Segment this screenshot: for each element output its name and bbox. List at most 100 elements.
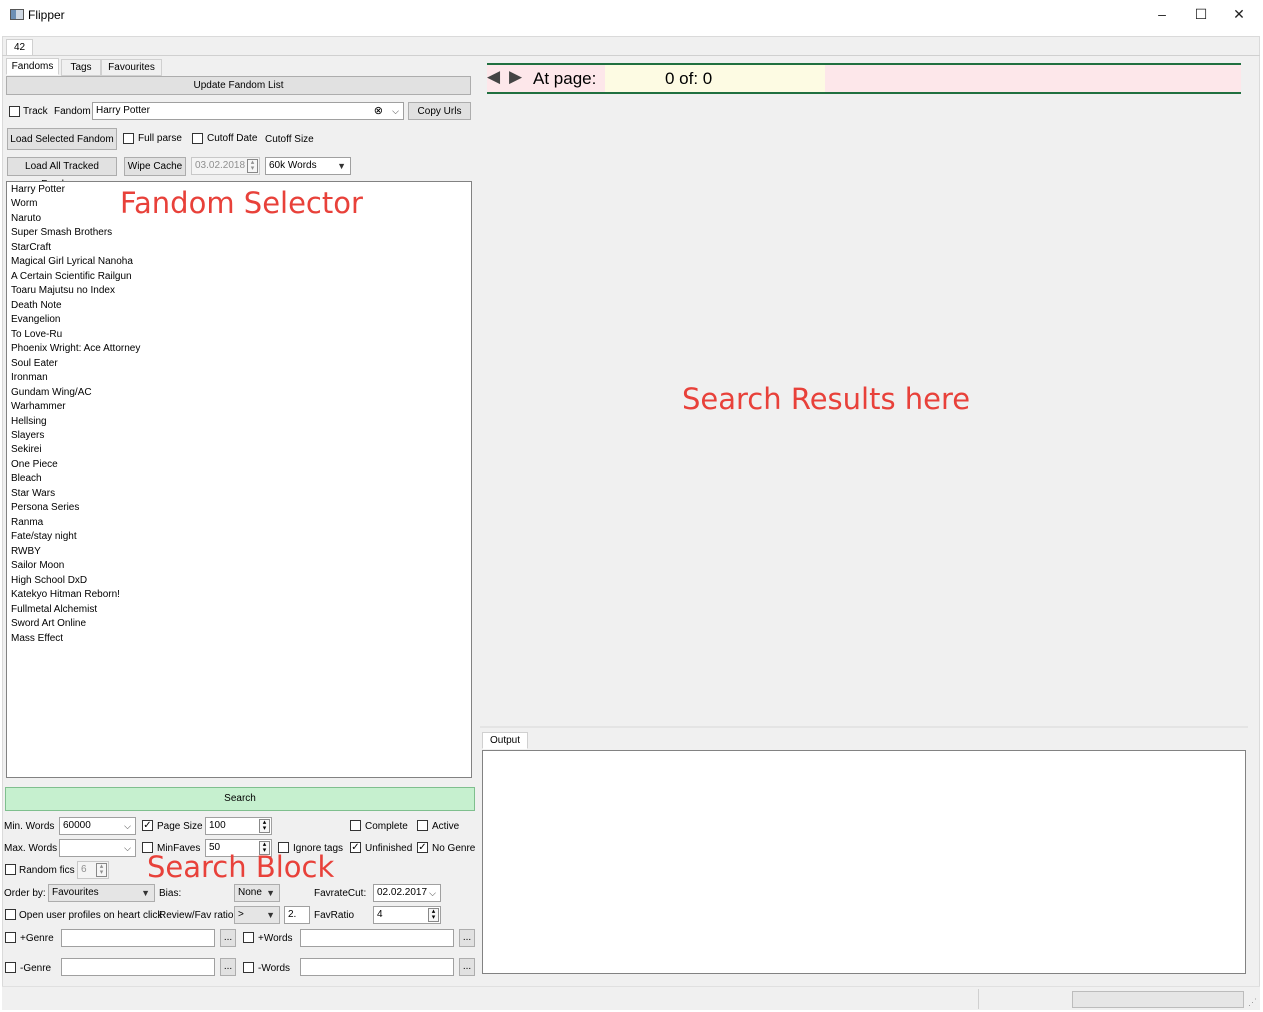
list-item[interactable]: To Love-Ru <box>11 329 62 340</box>
spin-icon[interactable]: ▴ ▾ <box>428 908 439 922</box>
list-item[interactable]: Persona Series <box>11 502 79 513</box>
clear-icon[interactable]: ⊗ <box>374 103 383 119</box>
list-item[interactable]: Evangelion <box>11 314 60 325</box>
chevron-down-icon[interactable]: ⌵ <box>429 885 436 901</box>
list-item[interactable]: Katekyo Hitman Reborn! <box>11 589 120 600</box>
unfinished-checkbox[interactable]: ✓ <box>350 842 361 853</box>
random-fics-checkbox[interactable] <box>5 864 16 875</box>
plus-words-browse-button[interactable]: ... <box>459 929 475 947</box>
list-item[interactable]: StarCraft <box>11 242 51 253</box>
minus-genre-checkbox[interactable] <box>5 962 16 973</box>
list-item[interactable]: Phoenix Wright: Ace Attorney <box>11 343 140 354</box>
arrow-left-icon[interactable]: ◀ <box>487 67 500 87</box>
list-item[interactable]: RWBY <box>11 546 41 557</box>
list-item[interactable]: Fate/stay night <box>11 531 77 542</box>
list-item[interactable]: Sekirei <box>11 444 42 455</box>
cutoff-date-field[interactable]: 03.02.2018 ▴ ▾ <box>191 157 260 175</box>
copy-urls-button[interactable]: Copy Urls <box>408 102 471 120</box>
full-parse-checkbox[interactable] <box>123 133 134 144</box>
track-checkbox[interactable] <box>9 106 20 117</box>
plus-genre-checkbox[interactable] <box>5 932 16 943</box>
update-fandom-list-button[interactable]: Update Fandom List <box>6 76 471 95</box>
list-item[interactable]: Gundam Wing/AC <box>11 387 92 398</box>
tab-output[interactable]: Output <box>482 732 528 749</box>
chevron-down-icon[interactable]: ⌵ <box>392 103 399 119</box>
list-item[interactable]: Slayers <box>11 430 44 441</box>
spin-icon[interactable]: ▴ ▾ <box>259 819 270 833</box>
list-item[interactable]: Sailor Moon <box>11 560 64 571</box>
open-profiles-checkbox[interactable] <box>5 909 16 920</box>
chevron-down-icon[interactable]: ⌵ <box>124 840 131 856</box>
active-checkbox[interactable] <box>417 820 428 831</box>
list-item[interactable]: Magical Girl Lyrical Nanoha <box>11 256 133 267</box>
no-genre-checkbox[interactable]: ✓ <box>417 842 428 853</box>
list-item[interactable]: Sword Art Online <box>11 618 86 629</box>
list-item[interactable]: Harry Potter <box>11 184 65 195</box>
load-selected-fandom-button[interactable]: Load Selected Fandom <box>7 128 117 150</box>
list-item[interactable]: Toaru Majutsu no Index <box>11 285 115 296</box>
list-item[interactable]: Worm <box>11 198 37 209</box>
bias-combo[interactable]: None ▼ <box>234 884 280 902</box>
cutoff-date-checkbox[interactable] <box>192 133 203 144</box>
arrow-right-icon[interactable]: ▶ <box>509 67 522 87</box>
list-item[interactable]: Mass Effect <box>11 633 63 644</box>
minimize-icon[interactable]: – <box>1143 0 1181 29</box>
minus-words-input[interactable] <box>300 958 454 976</box>
list-item[interactable]: Ironman <box>11 372 48 383</box>
splitter-handle[interactable] <box>480 726 1248 728</box>
list-item[interactable]: One Piece <box>11 459 58 470</box>
list-item[interactable]: Warhammer <box>11 401 66 412</box>
minus-words-browse-button[interactable]: ... <box>459 958 475 976</box>
list-item[interactable]: High School DxD <box>11 575 87 586</box>
random-fics-field[interactable]: 6 ▴ ▾ <box>77 861 109 879</box>
search-button[interactable]: Search <box>5 787 475 811</box>
review-fav-field[interactable]: 2. <box>284 906 310 924</box>
output-panel[interactable] <box>482 750 1246 974</box>
minus-words-checkbox[interactable] <box>243 962 254 973</box>
tab-favourites[interactable]: Favourites <box>101 59 162 76</box>
dropdown-arrow-icon[interactable]: ▼ <box>266 885 275 901</box>
spin-icon[interactable]: ▴ ▾ <box>96 863 107 877</box>
fav-ratio-field[interactable]: 4 ▴ ▾ <box>373 906 441 924</box>
cutoff-size-combo[interactable]: 60k Words ▼ <box>265 157 351 175</box>
chevron-down-icon[interactable]: ⌵ <box>124 818 131 834</box>
page-size-checkbox[interactable]: ✓ <box>142 820 153 831</box>
list-item[interactable]: A Certain Scientific Railgun <box>11 271 132 282</box>
plus-words-checkbox[interactable] <box>243 932 254 943</box>
plus-genre-input[interactable] <box>61 929 215 947</box>
complete-checkbox[interactable] <box>350 820 361 831</box>
list-item[interactable]: Fullmetal Alchemist <box>11 604 97 615</box>
fandom-list[interactable]: Harry Potter Worm Naruto Super Smash Brothe… <box>6 181 472 778</box>
wipe-cache-button[interactable]: Wipe Cache <box>124 157 186 176</box>
tab-42[interactable]: 42 <box>6 39 33 56</box>
dropdown-arrow-icon[interactable]: ▼ <box>266 907 275 923</box>
fandom-combo[interactable]: Harry Potter ⊗ ⌵ <box>92 102 404 120</box>
list-item[interactable]: Super Smash Brothers <box>11 227 112 238</box>
order-by-combo[interactable]: Favourites ▼ <box>48 884 155 902</box>
tab-fandoms[interactable]: Fandoms <box>6 58 59 75</box>
list-item[interactable]: Ranma <box>11 517 43 528</box>
list-item[interactable]: Star Wars <box>11 488 55 499</box>
list-item[interactable]: Soul Eater <box>11 358 58 369</box>
maximize-icon[interactable]: ☐ <box>1182 0 1220 29</box>
resize-grip-icon[interactable]: ⋰ <box>1248 997 1257 1008</box>
minus-genre-browse-button[interactable]: ... <box>220 958 236 976</box>
search-results-area[interactable]: Search Results here <box>482 96 1248 726</box>
minus-genre-input[interactable] <box>61 958 215 976</box>
list-item[interactable]: Bleach <box>11 473 42 484</box>
list-item[interactable]: Death Note <box>11 300 62 311</box>
max-words-combo[interactable]: ⌵ <box>59 839 136 857</box>
list-item[interactable]: Naruto <box>11 213 41 224</box>
load-all-tracked-fandoms-button[interactable]: Load All Tracked Fandoms <box>7 157 117 190</box>
favrate-cut-combo[interactable]: 02.02.2017 ⌵ <box>373 884 441 902</box>
spin-icon[interactable]: ▴ ▾ <box>247 159 258 173</box>
plus-words-input[interactable] <box>300 929 454 947</box>
close-icon[interactable]: ✕ <box>1220 0 1258 29</box>
tab-tags[interactable]: Tags <box>61 59 101 76</box>
plus-genre-browse-button[interactable]: ... <box>220 929 236 947</box>
dropdown-arrow-icon[interactable]: ▼ <box>141 885 150 901</box>
dropdown-arrow-icon[interactable]: ▼ <box>337 158 346 174</box>
page-size-field[interactable]: 100 ▴ ▾ <box>205 817 272 835</box>
review-fav-op-combo[interactable]: > ▼ <box>234 906 280 924</box>
list-item[interactable]: Hellsing <box>11 416 47 427</box>
